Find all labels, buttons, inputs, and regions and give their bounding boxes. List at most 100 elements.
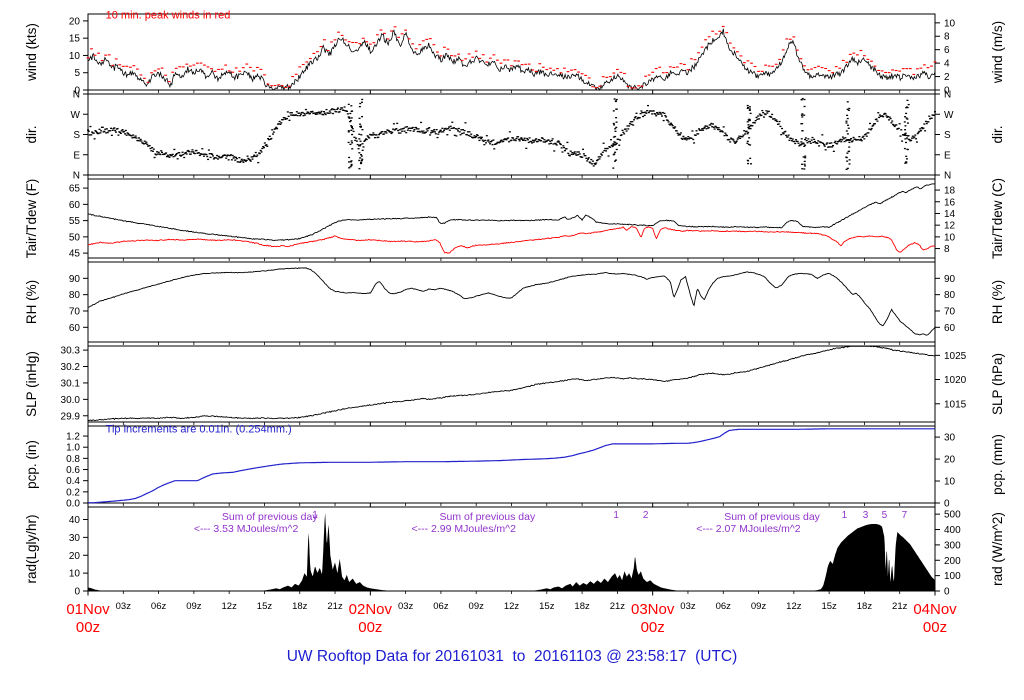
- svg-text:60: 60: [69, 323, 81, 334]
- svg-text:1: 1: [613, 510, 619, 521]
- svg-text:<--- 3.53 MJoules/m^2: <--- 3.53 MJoules/m^2: [194, 523, 299, 535]
- svg-text:06z: 06z: [716, 601, 732, 612]
- svg-text:80: 80: [69, 290, 81, 301]
- svg-text:16: 16: [944, 197, 956, 208]
- meteogram-figure: 0 5 10 15 20 0 2 4 6 8 10 wind (kts) wind (m/s) 10 mi…: [0, 0, 1024, 700]
- svg-text:SLP (inHg): SLP (inHg): [24, 351, 39, 417]
- svg-text:90: 90: [944, 274, 956, 285]
- svg-text:03z: 03z: [680, 601, 696, 612]
- svg-text:Sum of previous day: Sum of previous day: [724, 511, 820, 523]
- svg-text:1: 1: [312, 510, 318, 521]
- svg-text:21z: 21z: [610, 601, 626, 612]
- svg-text:12z: 12z: [504, 601, 520, 612]
- svg-text:21z: 21z: [327, 601, 343, 612]
- svg-text:wind (kts): wind (kts): [24, 23, 39, 82]
- svg-text:03z: 03z: [398, 601, 414, 612]
- svg-text:04Nov: 04Nov: [913, 601, 957, 618]
- svg-text:<--- 2.07 MJoules/m^2: <--- 2.07 MJoules/m^2: [696, 523, 801, 535]
- svg-text:4: 4: [944, 59, 950, 70]
- svg-text:S: S: [73, 130, 80, 141]
- svg-text:12z: 12z: [222, 601, 238, 612]
- svg-text:dir.: dir.: [24, 125, 39, 143]
- svg-text:SLP (hPa): SLP (hPa): [990, 353, 1005, 415]
- svg-text:8: 8: [944, 32, 950, 43]
- svg-text:12z: 12z: [786, 601, 802, 612]
- svg-text:rad (W/m^2): rad (W/m^2): [990, 512, 1005, 586]
- svg-text:Tair/Tdew (C): Tair/Tdew (C): [990, 178, 1005, 259]
- svg-text:500: 500: [944, 510, 961, 521]
- meteogram-chart: 051015200246810wind (kts) wind (m/s)10 mi…: [24, 9, 1005, 636]
- svg-text:N: N: [944, 171, 951, 182]
- svg-text:1015: 1015: [944, 399, 967, 410]
- svg-text:pcp. (in): pcp. (in): [24, 440, 39, 489]
- svg-text:0: 0: [74, 587, 80, 598]
- svg-text:Sum of previous day: Sum of previous day: [222, 511, 318, 523]
- svg-text:dir.: dir.: [990, 125, 1005, 143]
- svg-text:60: 60: [944, 323, 956, 334]
- svg-text:30.1: 30.1: [61, 378, 81, 389]
- svg-text:10: 10: [944, 18, 956, 29]
- svg-text:300: 300: [944, 540, 961, 551]
- svg-text:29.9: 29.9: [61, 411, 81, 422]
- svg-text:E: E: [73, 150, 80, 161]
- svg-text:02Nov: 02Nov: [349, 601, 393, 618]
- svg-text:Tair/Tdew (F): Tair/Tdew (F): [24, 179, 39, 259]
- svg-text:1.0: 1.0: [66, 443, 80, 454]
- svg-text:2: 2: [643, 510, 649, 521]
- svg-text:0.8: 0.8: [66, 454, 80, 465]
- svg-text:400: 400: [944, 525, 961, 536]
- svg-text:1: 1: [842, 510, 848, 521]
- svg-text:20: 20: [69, 551, 81, 562]
- svg-text:8: 8: [944, 244, 950, 255]
- svg-text:03z: 03z: [116, 601, 132, 612]
- svg-text:15: 15: [69, 34, 81, 45]
- svg-text:18z: 18z: [292, 601, 308, 612]
- svg-text:00z: 00z: [76, 619, 100, 636]
- svg-text:06z: 06z: [151, 601, 167, 612]
- svg-text:55: 55: [69, 216, 81, 227]
- svg-text:W: W: [944, 110, 954, 121]
- svg-text:60: 60: [69, 200, 81, 211]
- svg-text:18: 18: [944, 186, 956, 197]
- svg-text:10: 10: [944, 477, 956, 488]
- svg-text:00z: 00z: [641, 619, 665, 636]
- svg-text:15z: 15z: [821, 601, 837, 612]
- svg-text:03Nov: 03Nov: [631, 601, 675, 618]
- svg-text:0.6: 0.6: [66, 465, 80, 476]
- figure-title: UW Rooftop Data for 20161031 to 20161103…: [286, 648, 738, 665]
- svg-text:RH (%): RH (%): [990, 280, 1005, 324]
- svg-text:N: N: [73, 90, 80, 101]
- svg-text:06z: 06z: [433, 601, 449, 612]
- svg-text:10: 10: [69, 51, 81, 62]
- svg-text:pcp. (mm): pcp. (mm): [990, 434, 1005, 495]
- svg-text:20: 20: [69, 16, 81, 27]
- svg-text:10: 10: [69, 569, 81, 580]
- svg-text:18z: 18z: [857, 601, 873, 612]
- svg-text:200: 200: [944, 556, 961, 567]
- svg-text:30.3: 30.3: [61, 346, 81, 357]
- svg-text:rad(Lgly/hr): rad(Lgly/hr): [24, 514, 39, 583]
- svg-text:01Nov: 01Nov: [66, 601, 110, 618]
- svg-text:12: 12: [944, 221, 956, 232]
- svg-text:15z: 15z: [539, 601, 555, 612]
- svg-text:<--- 2.99 MJoules/m^2: <--- 2.99 MJoules/m^2: [412, 523, 517, 535]
- svg-text:30.0: 30.0: [61, 395, 81, 406]
- svg-text:50: 50: [69, 232, 81, 243]
- svg-text:30: 30: [69, 533, 81, 544]
- svg-text:0.2: 0.2: [66, 487, 80, 498]
- svg-text:100: 100: [944, 571, 961, 582]
- svg-text:45: 45: [69, 249, 81, 260]
- svg-text:5: 5: [74, 68, 80, 79]
- svg-text:10: 10: [944, 232, 956, 243]
- svg-text:5: 5: [882, 510, 888, 521]
- svg-text:90: 90: [69, 274, 81, 285]
- svg-text:wind (m/s): wind (m/s): [990, 21, 1005, 84]
- svg-text:21z: 21z: [892, 601, 908, 612]
- svg-text:1025: 1025: [944, 351, 967, 362]
- svg-text:RH (%): RH (%): [24, 280, 39, 324]
- svg-text:0.4: 0.4: [66, 476, 80, 487]
- svg-text:Tip increments are 0.01in. (0.: Tip increments are 0.01in. (0.254mm.): [106, 424, 292, 436]
- svg-text:70: 70: [944, 306, 956, 317]
- svg-text:1020: 1020: [944, 375, 967, 386]
- svg-text:1.2: 1.2: [66, 432, 80, 443]
